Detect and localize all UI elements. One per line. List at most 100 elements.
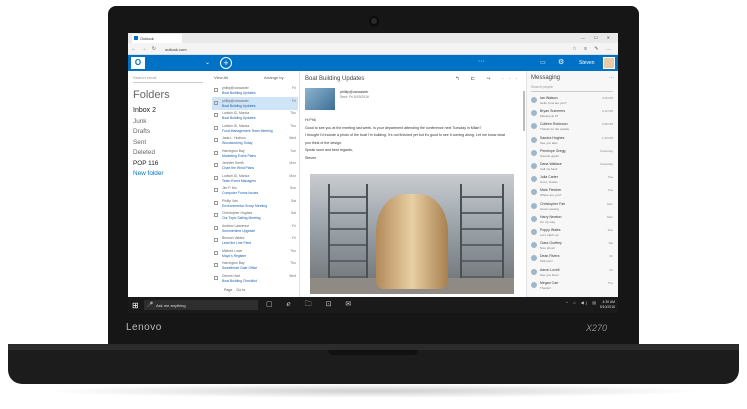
pager-goto[interactable]: Go to [236, 288, 245, 292]
message-date: Fri [292, 236, 296, 240]
contact-item[interactable]: Sandra Hughes See you later 1:30 PM [531, 135, 615, 149]
checkbox[interactable] [214, 213, 218, 217]
list-item[interactable]: Jennifer Smith Chart the Wind Plans Mon [212, 159, 298, 172]
more-options-icon[interactable]: ··· [609, 75, 614, 81]
contact-item[interactable]: Bryan Summers Meeting at 4? 3:12 PM [531, 108, 615, 122]
reading-scrollbar[interactable] [523, 91, 525, 131]
checkbox[interactable] [214, 188, 218, 192]
people-search-input[interactable]: Search people [531, 85, 613, 92]
list-item[interactable]: Jim P. Mo Computer Forms Issues Sun [212, 184, 298, 197]
folder-item-sent[interactable]: Sent [133, 139, 164, 150]
list-item[interactable]: Harrington Bay Sweetheart Gate Office Thu [212, 259, 298, 272]
browser-tools-icon[interactable]: ☆ ≡ ✎ … [572, 46, 614, 52]
reply-actions-icon[interactable]: ↰ ⇇ ↪ ··· [455, 76, 522, 82]
contact-item[interactable]: Megan Carr Thanks! Thu [531, 280, 615, 294]
contact-item[interactable]: Aaron Lovell See you there Fri [531, 267, 615, 281]
messaging-pane: Messaging ··· Search people Ian Watson He… [526, 71, 618, 297]
window-controls[interactable]: — ☐ ✕ [581, 35, 614, 40]
microphone-icon[interactable]: 🎤 [147, 302, 153, 308]
chat-icon[interactable]: ▭ [540, 59, 546, 66]
list-item[interactable]: Ludwin ID, Marcia Team Event Managers Mon [212, 172, 298, 185]
model-label: X270 [586, 323, 608, 333]
checkbox[interactable] [214, 275, 218, 280]
contact-time: Mon [607, 201, 613, 206]
list-item[interactable]: Andrew Lawrence Summertime Upgrade Fri [212, 222, 298, 235]
checkbox[interactable] [214, 88, 218, 92]
new-folder-link[interactable]: New folder [133, 170, 164, 181]
sender-name[interactable]: phillip@vancaster [340, 90, 368, 94]
folder-item-deleted[interactable]: Deleted [133, 149, 164, 160]
contact-item[interactable]: Clara Godfrey Nice photo! Sat [531, 240, 615, 254]
contact-name: Colleen Robinson [540, 122, 568, 127]
contact-preview: Thanks! [540, 285, 551, 290]
message-sender: Phillip Van [222, 198, 238, 203]
contact-item[interactable]: Christopher Fair Great meeting Mon [531, 201, 615, 215]
contact-name: Mark Fletcher [540, 188, 562, 193]
list-item[interactable]: Ludwin ID, Marcia Boat Building Updates Th… [212, 109, 298, 122]
contact-item[interactable]: Dana Wallace Call me back Yesterday [531, 161, 615, 175]
checkbox[interactable] [214, 100, 218, 105]
contact-item[interactable]: Mark Fletcher Where are you? Tue [531, 187, 615, 201]
arrange-by-menu[interactable]: Arrange by [264, 75, 284, 80]
folder-item-junk[interactable]: Junk [133, 118, 164, 129]
checkbox[interactable] [214, 225, 218, 230]
avatar[interactable] [603, 57, 615, 69]
contact-item[interactable]: Julia Carter Got it, thanks Tue [531, 174, 615, 188]
cortana-search-box[interactable]: 🎤 Ask me anything [144, 300, 258, 310]
message-sender: Jennifer Smith [222, 161, 244, 165]
checkbox[interactable] [214, 200, 218, 205]
list-item[interactable]: Ludwin ID, Marcia Fund Management Team Me… [212, 122, 298, 135]
new-message-button[interactable]: + [220, 57, 232, 69]
list-item[interactable]: phillip@vancaster Boat Building Updates Fr… [212, 84, 298, 97]
gear-icon[interactable]: ⚙ [558, 58, 564, 66]
checkbox[interactable] [214, 125, 218, 130]
message-sender: Mildred Lowe [222, 248, 243, 253]
contact-item[interactable]: Harry Newton On my way Mon [531, 214, 615, 228]
url-field[interactable]: outlook.com [162, 45, 432, 53]
list-item[interactable]: Mildred Lowe Mayo's Register Thu [212, 247, 298, 260]
pinned-apps-icon[interactable]: ▢ ℯ 🗀 ⊡ ✉ [266, 300, 357, 311]
list-item[interactable]: Phillip Van Environmental Group Meeting Sa… [212, 197, 298, 210]
folder-item-pop[interactable]: POP 116 [133, 160, 164, 171]
contact-name: Christopher Fair [540, 201, 566, 206]
windows-start-icon[interactable]: ⊞ [132, 301, 139, 310]
contact-item[interactable]: Ian Watson Hello, how are you? 3:46 PM [531, 95, 615, 109]
contact-item[interactable]: Colleen Robinson Thanks for the update 2:5… [531, 121, 615, 135]
checkbox[interactable] [214, 138, 218, 142]
folder-item-inbox[interactable]: Inbox 2 [133, 107, 164, 118]
folder-item-drafts[interactable]: Drafts [133, 128, 164, 139]
contact-item[interactable]: Dean Rivera Talk soon Fri [531, 253, 615, 267]
checkbox[interactable] [214, 250, 218, 255]
list-item[interactable]: Dennis Hart Boat Building Checklist Wed [212, 272, 298, 285]
more-options-icon[interactable]: ··· [478, 58, 485, 65]
clock[interactable]: 4:30 AM 5/10/2016 [600, 300, 615, 310]
browser-tab-bar: Outlook — ☐ ✕ [128, 33, 618, 43]
checkbox[interactable] [214, 150, 218, 155]
checkbox[interactable] [214, 113, 218, 117]
body-paragraph: Good to see you at the meeting last week… [305, 125, 482, 130]
list-item[interactable]: phillip@vancaster Boat Building Updates Fr… [212, 96, 298, 110]
checkbox[interactable] [214, 175, 218, 180]
outlook-logo-icon[interactable]: O [131, 57, 145, 69]
search-input[interactable]: Search email [133, 75, 203, 83]
list-item[interactable]: Benson Valdez Lead the Line Fleet Fri [212, 234, 298, 247]
checkbox[interactable] [214, 238, 218, 242]
chevron-down-icon[interactable]: ⌄ [205, 59, 210, 66]
system-tray-icon[interactable]: ^ ⌂ ◀) ▤ [566, 300, 598, 305]
message-date: Mon [289, 161, 296, 165]
pager-page[interactable]: Page [224, 288, 232, 292]
contact-item[interactable]: Penelope Gregg Sounds great! Yesterday [531, 148, 615, 162]
message-subject-line: Fund Management Team Meeting [222, 128, 273, 133]
message-subject-line: Our Topic Sailing Meeting [222, 216, 261, 220]
user-name[interactable]: Steven [579, 60, 595, 66]
checkbox[interactable] [214, 163, 218, 167]
list-item[interactable]: Jada L. Hudson Woodworking Today Wed [212, 134, 298, 147]
browser-tab[interactable]: Outlook [132, 34, 182, 43]
scaffold-left [328, 184, 368, 292]
view-all-filter[interactable]: View All [214, 75, 228, 80]
nav-buttons-icon[interactable]: ← → ↻ [131, 46, 158, 52]
list-item[interactable]: Christopher Hughes Our Topic Sailing Meet… [212, 209, 298, 222]
contact-item[interactable]: Poppy Wales Let's catch up Sun [531, 227, 615, 241]
list-item[interactable]: Harrington Bay Marketing Event Plans Tue [212, 147, 298, 160]
checkbox[interactable] [214, 263, 218, 267]
